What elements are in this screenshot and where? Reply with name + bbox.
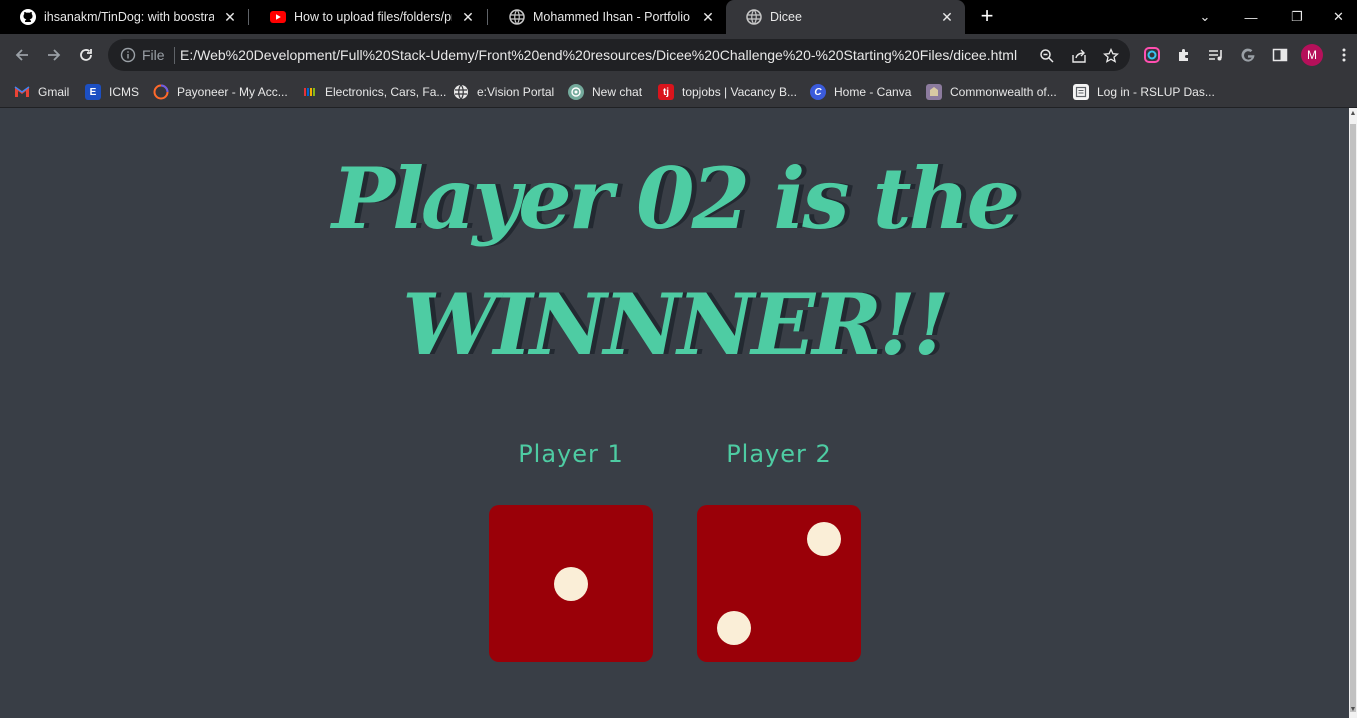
topjobs-icon: tj (658, 84, 674, 100)
bookmark-commonwealth[interactable]: Commonwealth of... (926, 82, 1057, 102)
bookmark-evision[interactable]: e:Vision Portal (453, 82, 554, 102)
address-bar[interactable]: File E:/Web%20Development/Full%20Stack-U… (108, 39, 1130, 71)
bookmark-label: Home - Canva (834, 85, 912, 99)
close-tab-icon[interactable]: ✕ (220, 7, 240, 27)
player-2-dice (697, 505, 861, 662)
page-viewport: Player 02 is the WINNNER!! Player 1 Play… (0, 108, 1349, 718)
winner-heading-line-2: WINNNER!! (402, 275, 950, 374)
close-window-button[interactable]: ✕ (1320, 0, 1357, 34)
tab-tindog[interactable]: ihsanakm/TinDog: with boostrap ✕ (0, 0, 248, 34)
openai-icon (568, 84, 584, 100)
tab-title: Dicee (770, 10, 802, 24)
side-panel-icon[interactable] (1271, 46, 1289, 64)
minimize-button[interactable]: — (1228, 0, 1274, 34)
tab-title: Mohammed Ihsan - Portfolio (533, 10, 691, 24)
tab-strip: ihsanakm/TinDog: with boostrap ✕ How to … (0, 0, 1357, 34)
payoneer-icon (153, 84, 169, 100)
zoom-icon[interactable] (1038, 47, 1056, 65)
youtube-icon (270, 9, 286, 25)
globe-icon (453, 84, 469, 100)
close-tab-icon[interactable]: ✕ (937, 7, 957, 27)
gmail-icon (14, 84, 30, 100)
winner-heading: Player 02 is the WINNNER!! (0, 136, 1349, 388)
dice-pip (717, 611, 751, 645)
media-control-icon[interactable] (1207, 46, 1225, 64)
bookmark-topjobs[interactable]: tj topjobs | Vacancy B... (658, 82, 797, 102)
commonwealth-icon (926, 84, 942, 100)
globe-icon (509, 9, 525, 25)
bookmark-new-chat[interactable]: New chat (568, 82, 642, 102)
new-tab-button[interactable]: + (976, 5, 998, 28)
scrollbar-thumb[interactable] (1350, 124, 1356, 712)
reload-button[interactable] (74, 43, 98, 67)
player-1-label: Player 1 (518, 440, 624, 468)
bookmark-icms[interactable]: E ICMS (85, 82, 139, 102)
player-1-dice (489, 505, 653, 662)
scheme-label: File (142, 47, 165, 63)
bookmark-label: e:Vision Portal (477, 85, 555, 99)
bookmark-gmail[interactable]: Gmail (14, 82, 69, 102)
bookmark-label: topjobs | Vacancy B... (682, 85, 797, 99)
bookmark-label: ICMS (109, 85, 139, 99)
canva-icon: C (810, 84, 826, 100)
bookmarks-bar: Gmail E ICMS Payoneer - My Acc... Electr… (0, 76, 1357, 108)
page-scrollbar[interactable]: ▲ ▼ (1349, 108, 1357, 718)
scroll-down-arrow-icon[interactable]: ▼ (1349, 706, 1357, 716)
player-2-label: Player 2 (726, 440, 832, 468)
back-button[interactable] (10, 43, 34, 67)
share-icon[interactable] (1070, 47, 1088, 65)
dice-pip (807, 522, 841, 556)
reload-icon (80, 49, 92, 61)
tab-divider (248, 9, 249, 25)
tab-dicee[interactable]: Dicee ✕ (726, 0, 965, 34)
tab-title: ihsanakm/TinDog: with boostrap (44, 10, 214, 24)
scroll-up-arrow-icon[interactable]: ▲ (1349, 110, 1357, 120)
bookmark-label: Gmail (38, 85, 70, 99)
menu-kebab-icon[interactable] (1335, 46, 1353, 64)
extension-color-icon[interactable] (1143, 46, 1161, 64)
bookmark-star-icon[interactable] (1102, 47, 1120, 65)
icms-icon: E (85, 84, 101, 100)
bookmark-label: Payoneer - My Acc... (177, 85, 288, 99)
bookmark-ebay[interactable]: Electronics, Cars, Fa... (301, 82, 446, 102)
close-tab-icon[interactable]: ✕ (698, 7, 718, 27)
restore-button[interactable]: ❐ (1274, 0, 1320, 34)
dice-pip (554, 567, 588, 601)
address-divider (174, 47, 175, 64)
bookmark-label: Commonwealth of... (950, 85, 1057, 99)
url-text[interactable]: E:/Web%20Development/Full%20Stack-Udemy/… (180, 47, 1017, 63)
globe-icon (746, 9, 762, 25)
back-arrow-icon (15, 49, 28, 61)
forward-button[interactable] (42, 43, 66, 67)
bookmark-payoneer[interactable]: Payoneer - My Acc... (153, 82, 288, 102)
tab-divider (487, 9, 488, 25)
bookmark-label: Log in - RSLUP Das... (1097, 85, 1215, 99)
extensions-puzzle-icon[interactable] (1175, 46, 1193, 64)
tab-search-icon[interactable]: ⌄ (1182, 0, 1228, 34)
bookmark-canva[interactable]: C Home - Canva (810, 82, 911, 102)
close-tab-icon[interactable]: ✕ (458, 7, 478, 27)
google-icon[interactable] (1239, 46, 1257, 64)
site-info-icon[interactable] (120, 47, 136, 63)
github-icon (20, 9, 36, 25)
bookmark-label: New chat (592, 85, 643, 99)
tab-portfolio[interactable]: Mohammed Ihsan - Portfolio ✕ (489, 0, 726, 34)
bookmark-rslup[interactable]: Log in - RSLUP Das... (1073, 82, 1215, 102)
tab-title: How to upload files/folders/proje (294, 10, 452, 24)
page-icon (1073, 84, 1089, 100)
forward-arrow-icon (48, 49, 61, 61)
tab-upload-files[interactable]: How to upload files/folders/proje ✕ (250, 0, 486, 34)
profile-avatar[interactable]: M (1301, 44, 1323, 66)
bookmark-label: Electronics, Cars, Fa... (325, 85, 447, 99)
winner-heading-line-1: Player 02 is the (331, 149, 1020, 248)
ebay-icon (301, 84, 317, 100)
